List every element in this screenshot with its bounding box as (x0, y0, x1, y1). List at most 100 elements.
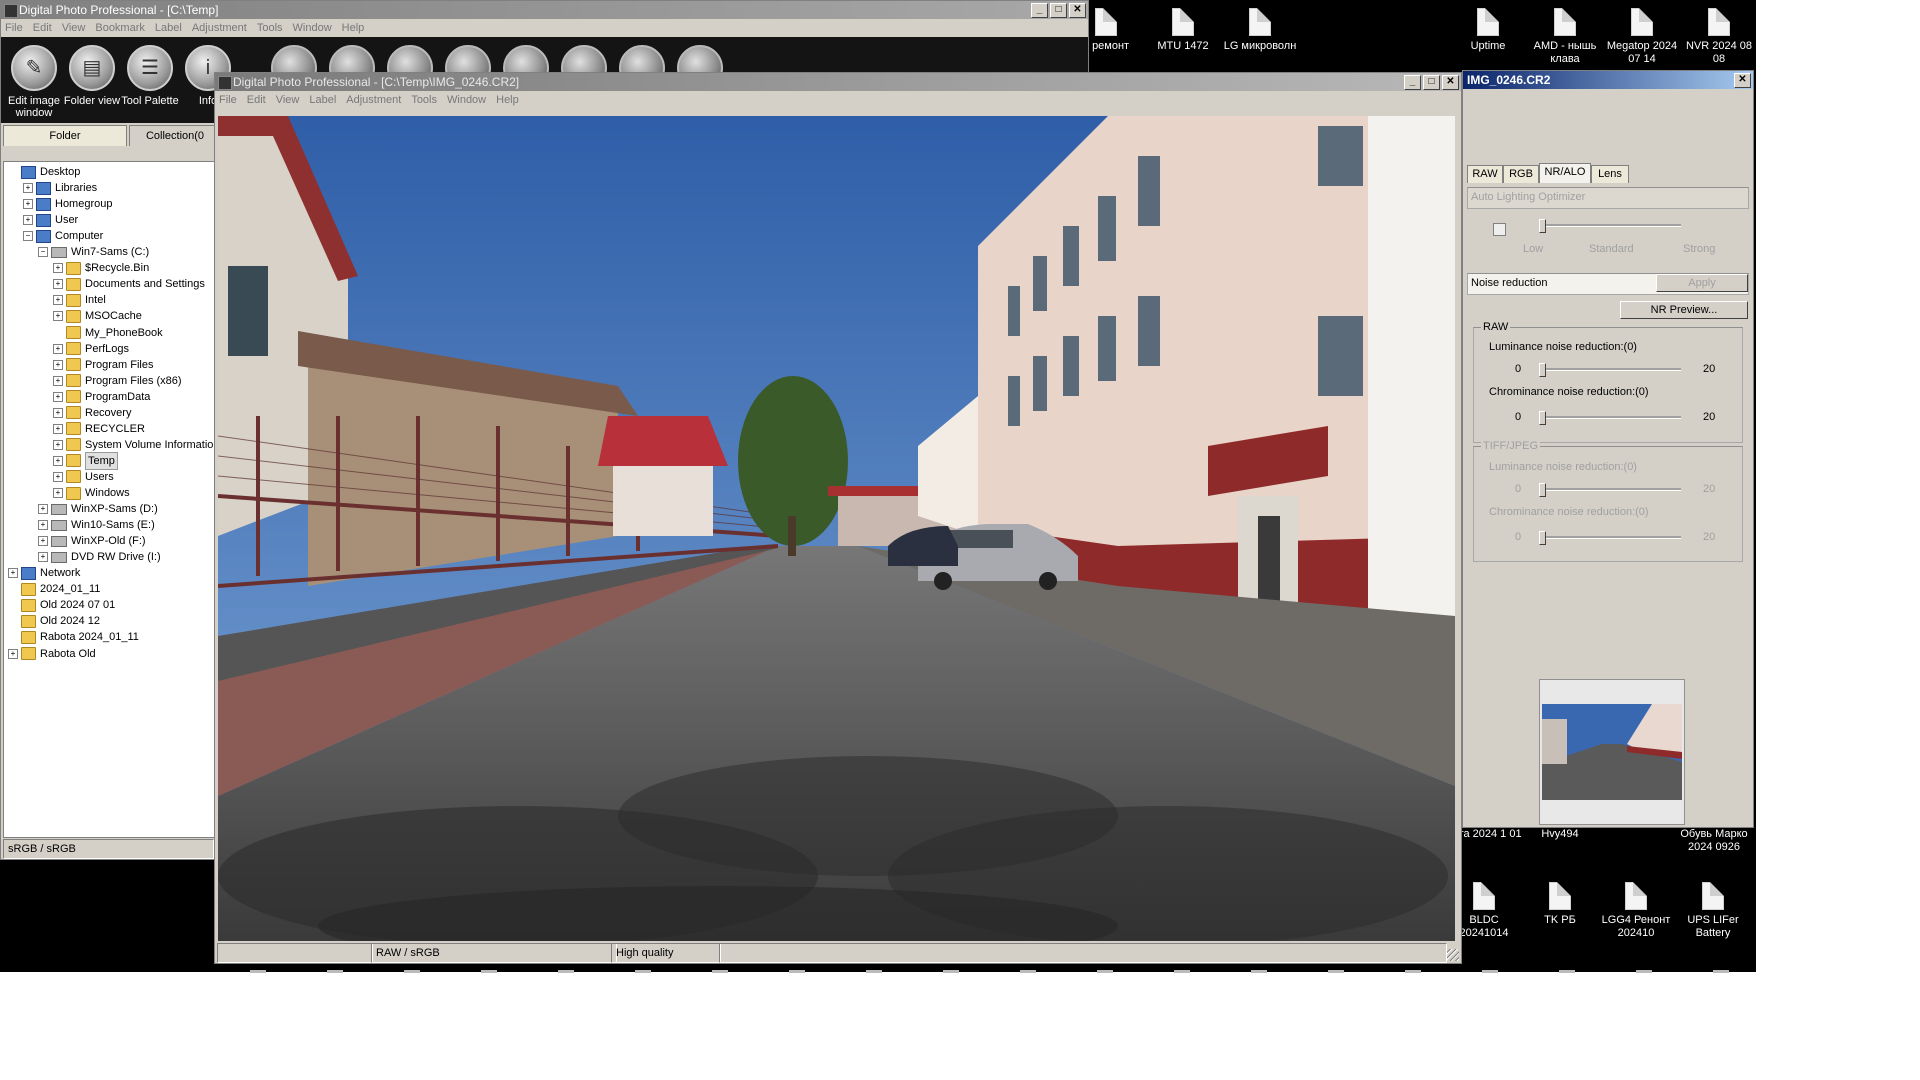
image-menu-label[interactable]: Label (309, 94, 336, 106)
tree-node[interactable]: + PerfLogs (53, 341, 129, 357)
collapse-icon[interactable]: − (23, 231, 33, 242)
expand-icon[interactable]: + (53, 359, 63, 370)
close-button[interactable]: ✕ (1069, 3, 1086, 18)
tree-node[interactable]: + MSOCache (53, 308, 142, 324)
resize-grip-icon[interactable] (1447, 949, 1459, 961)
expand-icon[interactable]: + (53, 375, 63, 386)
tree-node[interactable]: + $Recycle.Bin (53, 260, 149, 276)
tree-node[interactable]: + Recovery (53, 405, 131, 421)
tree-node[interactable]: + Libraries (23, 180, 97, 196)
tree-node[interactable]: + WinXP-Sams (D:) (38, 501, 158, 517)
tree-node[interactable]: + ProgramData (53, 389, 150, 405)
tiff-chrominance-thumb[interactable] (1539, 531, 1546, 545)
desktop-icon[interactable]: NVR 2024 08 08 (1681, 0, 1757, 66)
tree-node[interactable]: + Network (8, 565, 80, 581)
expand-icon[interactable]: + (38, 552, 48, 563)
main-menu-label[interactable]: Label (155, 22, 182, 34)
main-menu-view[interactable]: View (62, 22, 86, 34)
main-menu-bookmark[interactable]: Bookmark (95, 22, 145, 34)
tab-collection[interactable]: Collection(0 (129, 125, 221, 146)
desktop-icon[interactable]: AMD - нышь клава (1527, 0, 1603, 66)
maximize-button[interactable]: □ (1050, 3, 1067, 18)
nr-preview-button[interactable]: NR Preview... (1620, 301, 1748, 319)
tree-node[interactable]: + DVD RW Drive (I:) (38, 549, 161, 565)
tree-node[interactable]: + WinXP-Old (F:) (38, 533, 146, 549)
tab-folder[interactable]: Folder (3, 125, 127, 146)
photo-preview[interactable] (218, 116, 1455, 941)
expand-icon[interactable]: + (53, 471, 63, 482)
tree-node[interactable]: + Rabota Old (8, 646, 96, 662)
main-menu-window[interactable]: Window (293, 22, 332, 34)
expand-icon[interactable]: + (23, 215, 33, 226)
tiff-luminance-thumb[interactable] (1539, 483, 1546, 497)
image-menu-file[interactable]: File (219, 94, 237, 106)
desktop-icon[interactable]: TK РБ (1522, 874, 1598, 927)
raw-luminance-thumb[interactable] (1539, 363, 1546, 377)
expand-icon[interactable]: + (53, 439, 63, 450)
folder-tree[interactable]: Desktop + Libraries + Homegroup + User − Compute… (3, 161, 216, 838)
tree-node[interactable]: + Homegroup (23, 196, 112, 212)
tree-node[interactable]: + Windows (53, 485, 130, 501)
main-window-titlebar[interactable]: Digital Photo Professional - [C:\Temp] _… (1, 1, 1088, 19)
tree-node[interactable]: + Program Files (53, 357, 153, 373)
tree-node[interactable]: + Documents and Settings (53, 276, 205, 292)
desktop-icon[interactable]: MTU 1472 (1145, 0, 1221, 53)
maximize-button[interactable]: □ (1423, 75, 1440, 90)
tree-node[interactable]: My_PhoneBook (53, 325, 163, 341)
raw-chrominance-thumb[interactable] (1539, 411, 1546, 425)
expand-icon[interactable]: + (53, 279, 63, 290)
expand-icon[interactable]: + (53, 311, 63, 322)
desktop-icon[interactable]: Обувь Марко 2024 0926 (1676, 828, 1752, 854)
tiff-luminance-slider[interactable] (1541, 488, 1681, 491)
desktop-icon[interactable]: Hvy494 (1522, 828, 1598, 841)
tree-node[interactable]: + System Volume Information (53, 437, 215, 453)
image-window-titlebar[interactable]: Digital Photo Professional - [C:\Temp\IM… (215, 73, 1461, 91)
tiff-chrominance-slider[interactable] (1541, 536, 1681, 539)
tree-node[interactable]: + RECYCLER (53, 421, 145, 437)
desktop-icon[interactable]: Megatop 2024 07 14 (1604, 0, 1680, 66)
expand-icon[interactable]: + (8, 568, 18, 579)
desktop-icon[interactable]: LG микроволн (1222, 0, 1298, 53)
expand-icon[interactable]: + (53, 295, 63, 306)
raw-luminance-slider[interactable] (1541, 368, 1681, 371)
toolbar-folder-view-button[interactable]: ▤ Folder view (63, 45, 121, 107)
tab-nr-alo[interactable]: NR/ALO (1539, 163, 1591, 183)
minimize-button[interactable]: _ (1404, 75, 1421, 90)
alo-slider-thumb[interactable] (1539, 219, 1546, 233)
tree-node[interactable]: + Program Files (x86) (53, 373, 182, 389)
image-menu-tools[interactable]: Tools (411, 94, 437, 106)
tree-node[interactable]: + Win10-Sams (E:) (38, 517, 155, 533)
expand-icon[interactable]: + (23, 183, 33, 194)
expand-icon[interactable]: + (38, 520, 48, 531)
expand-icon[interactable]: + (53, 423, 63, 434)
expand-icon[interactable]: + (23, 199, 33, 210)
main-menu-help[interactable]: Help (342, 22, 365, 34)
tree-node[interactable]: + Users (53, 469, 114, 485)
raw-chrominance-slider[interactable] (1541, 416, 1681, 419)
close-button[interactable]: ✕ (1442, 75, 1459, 90)
tree-node[interactable]: Rabota 2024_01_11 (8, 629, 139, 645)
image-menu-adjustment[interactable]: Adjustment (346, 94, 401, 106)
main-menu-tools[interactable]: Tools (257, 22, 283, 34)
tree-node[interactable]: Old 2024 07 01 (8, 597, 115, 613)
tree-node[interactable]: + Temp (53, 451, 118, 470)
expand-icon[interactable]: + (53, 263, 63, 274)
alo-slider-track[interactable] (1541, 224, 1681, 227)
toolbar-edit-image-button[interactable]: ✎ Edit image window (5, 45, 63, 119)
image-menu-view[interactable]: View (276, 94, 300, 106)
tab-rgb[interactable]: RGB (1503, 165, 1539, 183)
expand-icon[interactable]: + (53, 343, 63, 354)
desktop-icon[interactable]: LGG4 Ренонт 202410 (1598, 874, 1674, 940)
tree-node[interactable]: − Computer (23, 228, 103, 244)
tree-node[interactable]: + User (23, 212, 78, 228)
desktop-icon[interactable]: UPS LIFer Battery (1675, 874, 1751, 940)
minimize-button[interactable]: _ (1031, 3, 1048, 18)
alo-checkbox[interactable] (1493, 223, 1506, 236)
main-menu-edit[interactable]: Edit (33, 22, 52, 34)
image-menu-edit[interactable]: Edit (247, 94, 266, 106)
tree-node[interactable]: Old 2024 12 (8, 613, 100, 629)
expand-icon[interactable]: + (53, 455, 63, 466)
navigator-frame[interactable] (1539, 679, 1685, 825)
image-menu-help[interactable]: Help (496, 94, 519, 106)
main-menu-file[interactable]: File (5, 22, 23, 34)
